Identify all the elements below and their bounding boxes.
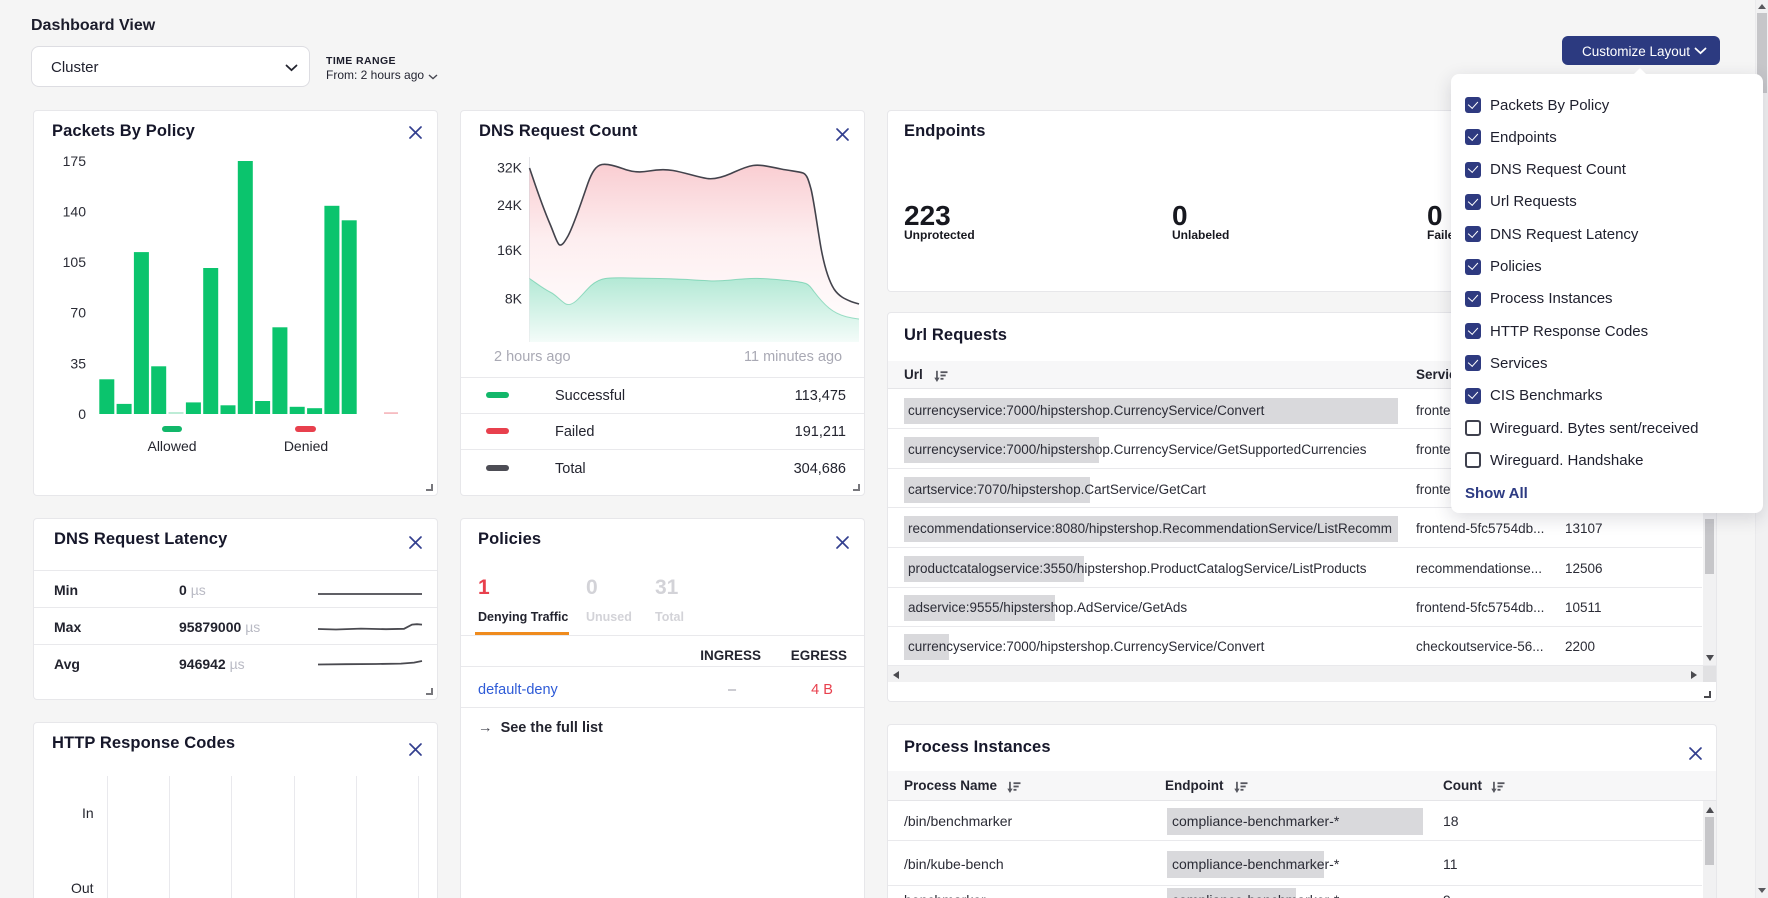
svg-text:105: 105: [63, 254, 87, 270]
svg-text:8K: 8K: [505, 290, 523, 306]
svg-text:32K: 32K: [497, 160, 523, 176]
svg-text:70: 70: [70, 305, 86, 321]
svg-text:0: 0: [78, 406, 86, 422]
svg-text:175: 175: [63, 153, 87, 169]
svg-text:11 minutes ago: 11 minutes ago: [744, 349, 842, 365]
svg-text:24K: 24K: [497, 197, 523, 213]
svg-text:2 hours ago: 2 hours ago: [494, 349, 571, 365]
svg-text:140: 140: [63, 204, 87, 220]
svg-text:16K: 16K: [497, 242, 523, 258]
svg-text:35: 35: [70, 355, 86, 371]
